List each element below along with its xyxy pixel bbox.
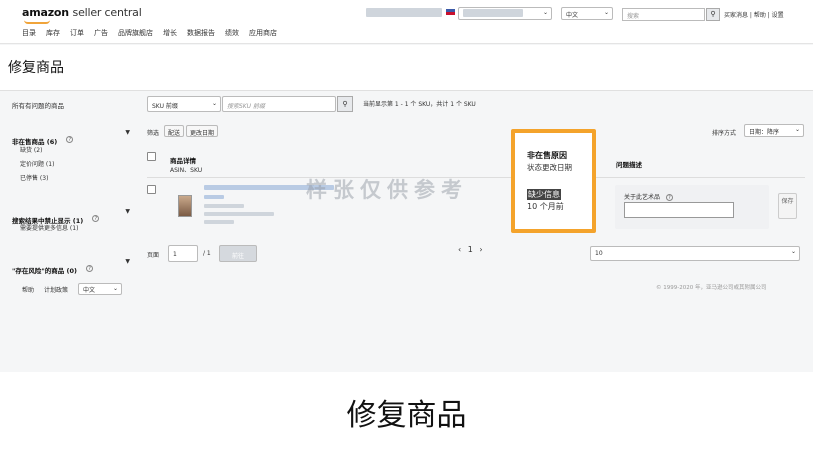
chevron-down-icon: ⌄ xyxy=(790,248,796,255)
blurred-product-title-line2 xyxy=(204,195,224,199)
filter-change-date-button[interactable]: 更改日期 xyxy=(186,125,219,137)
inactive-reason-highlight: 非在售原因 状态更改日期 缺少信息 10 个月前 xyxy=(511,129,596,233)
blurred-store-name xyxy=(366,8,442,17)
nav-item-orders[interactable]: 订单 xyxy=(70,28,84,38)
go-button[interactable]: 前往 xyxy=(219,245,257,262)
sidebar-section-at-risk[interactable]: "存在风险"的商品 (0) ? ▼ xyxy=(12,258,132,277)
product-thumbnail[interactable] xyxy=(178,195,192,217)
search-icon[interactable]: ⚲ xyxy=(337,96,353,112)
per-page-select[interactable]: 10 ⌄ xyxy=(590,246,800,261)
copyright: © 1999-2020 年，亚马逊公司或其附属公司 xyxy=(656,285,767,291)
save-label: 保存 xyxy=(781,198,794,205)
col-header-details[interactable]: 商品详情 xyxy=(170,155,196,165)
logo-smile-icon xyxy=(24,20,50,24)
problem-description-box: 关于此艺术品 ? xyxy=(615,185,769,229)
logo-product: seller central xyxy=(72,6,142,19)
flag-icon xyxy=(446,9,455,15)
chevron-down-icon: ⌄ xyxy=(211,100,217,107)
help-icon[interactable]: ? xyxy=(66,136,74,143)
footer-language-value: 中文 xyxy=(83,287,96,294)
global-search-input[interactable]: 搜索 xyxy=(622,8,705,21)
search-icon[interactable]: ⚲ xyxy=(706,8,720,21)
sidebar-all-problem-items[interactable]: 所有有问题的商品 xyxy=(12,100,64,110)
language-value: 中文 xyxy=(566,12,579,19)
caption: 修复商品 xyxy=(346,398,467,433)
footer-help-link[interactable]: 帮助 xyxy=(22,285,34,294)
sidebar-sublist-suppressed: 需要提供更多信息 (1) xyxy=(20,223,78,232)
sort-select[interactable]: 日期：降序 ⌄ xyxy=(744,124,804,137)
footer-language-select[interactable]: 中文 ⌄ xyxy=(78,283,123,295)
nav-item-inventory[interactable]: 库存 xyxy=(46,28,60,38)
help-icon[interactable]: ? xyxy=(86,265,94,272)
marketplace-select[interactable]: ⌄ xyxy=(458,7,552,20)
sort-value: 日期：降序 xyxy=(749,129,780,136)
col-header-reason: 非在售原因 xyxy=(527,151,567,160)
logo[interactable]: amazon seller central xyxy=(22,6,142,19)
chevron-down-icon: ⌄ xyxy=(794,126,800,133)
filter-label: 筛选 xyxy=(147,130,160,137)
footer-policy-link[interactable]: 计划政策 xyxy=(44,285,68,294)
sort-label: 排序方式 xyxy=(712,130,737,137)
row-checkbox[interactable] xyxy=(147,185,156,194)
help-icon[interactable]: ? xyxy=(92,215,100,222)
help-icon[interactable]: ? xyxy=(665,194,673,201)
reason-time: 10 个月前 xyxy=(527,202,564,211)
blurred-sku xyxy=(204,212,274,216)
col-header-details-sub: ASIN、SKU xyxy=(170,167,203,174)
art-info-input[interactable] xyxy=(624,202,734,218)
select-all-checkbox[interactable] xyxy=(147,152,156,161)
nav-item-reports[interactable]: 数据报告 xyxy=(187,28,215,38)
nav-item-appstore[interactable]: 应用商店 xyxy=(249,28,277,38)
page-title: 修复商品 xyxy=(8,60,64,76)
caret-down-icon: ▼ xyxy=(125,208,130,215)
total-pages: / 1 xyxy=(203,250,211,257)
sidebar-item-discontinued[interactable]: 已停售 (3) xyxy=(20,173,54,182)
seller-central-screen: amazon seller central 目录 库存 订单 广告 品牌旗舰店 … xyxy=(0,0,813,372)
main-nav: 目录 库存 订单 广告 品牌旗舰店 增长 数据报告 绩效 应用商店 xyxy=(22,28,277,38)
col-header-reason-sub: 状态更改日期 xyxy=(527,163,572,172)
sku-field-value: SKU 前缀 xyxy=(152,103,178,110)
blurred-marketplace xyxy=(463,9,523,17)
caret-down-icon: ▼ xyxy=(125,129,130,136)
art-info-label: 关于此艺术品 ? xyxy=(624,192,673,201)
top-bar: amazon seller central 目录 库存 订单 广告 品牌旗舰店 … xyxy=(0,0,813,44)
result-count: 当前显示第 1 - 1 个 SKU，共计 1 个 SKU xyxy=(363,101,476,108)
header-links[interactable]: 买家消息 | 帮助 | 设置 xyxy=(724,10,784,19)
nav-item-performance[interactable]: 绩效 xyxy=(225,28,239,38)
reason-badge: 缺少信息 xyxy=(527,189,561,200)
blurred-condition xyxy=(204,220,234,224)
nav-item-stores[interactable]: 品牌旗舰店 xyxy=(118,28,153,38)
watermark: 样张仅供参考 xyxy=(306,178,468,202)
footer-links: 帮助 计划政策 中文 ⌄ xyxy=(22,283,123,295)
pagination-nav[interactable]: ‹ 1 › xyxy=(458,245,485,254)
blurred-asin xyxy=(204,204,244,208)
page-label: 页面 xyxy=(147,252,160,259)
sku-search-input[interactable]: 搜索SKU 前缀 xyxy=(222,96,336,112)
sidebar-item-pricing[interactable]: 定价问题 (1) xyxy=(20,159,54,168)
nav-item-ads[interactable]: 广告 xyxy=(94,28,108,38)
sku-field-select[interactable]: SKU 前缀 ⌄ xyxy=(147,96,221,112)
sidebar-item-more-info[interactable]: 需要提供更多信息 (1) xyxy=(20,223,78,232)
save-button[interactable]: 保存 xyxy=(778,193,797,219)
chevron-down-icon: ⌄ xyxy=(603,9,609,16)
sidebar-sublist-inactive: 缺货 (2) 定价问题 (1) 已停售 (3) xyxy=(20,145,54,182)
nav-item-catalog[interactable]: 目录 xyxy=(22,28,36,38)
sidebar-item-out-of-stock[interactable]: 缺货 (2) xyxy=(20,145,54,154)
page-number-input[interactable]: 1 xyxy=(168,245,198,262)
nav-item-growth[interactable]: 增长 xyxy=(163,28,177,38)
chevron-down-icon: ⌄ xyxy=(542,9,548,16)
filter-fulfillment-button[interactable]: 配送 xyxy=(164,125,185,137)
language-select[interactable]: 中文 ⌄ xyxy=(561,7,613,20)
chevron-down-icon: ⌄ xyxy=(113,285,119,292)
col-header-problem: 问题描述 xyxy=(616,161,642,169)
per-page-value: 10 xyxy=(595,250,603,257)
caret-down-icon: ▼ xyxy=(125,258,130,265)
logo-brand: amazon xyxy=(22,6,69,19)
sidebar-section-title: "存在风险"的商品 (0) xyxy=(12,267,77,275)
art-info-text: 关于此艺术品 xyxy=(624,194,661,201)
divider xyxy=(147,177,805,178)
title-bar: 修复商品 xyxy=(0,45,813,91)
